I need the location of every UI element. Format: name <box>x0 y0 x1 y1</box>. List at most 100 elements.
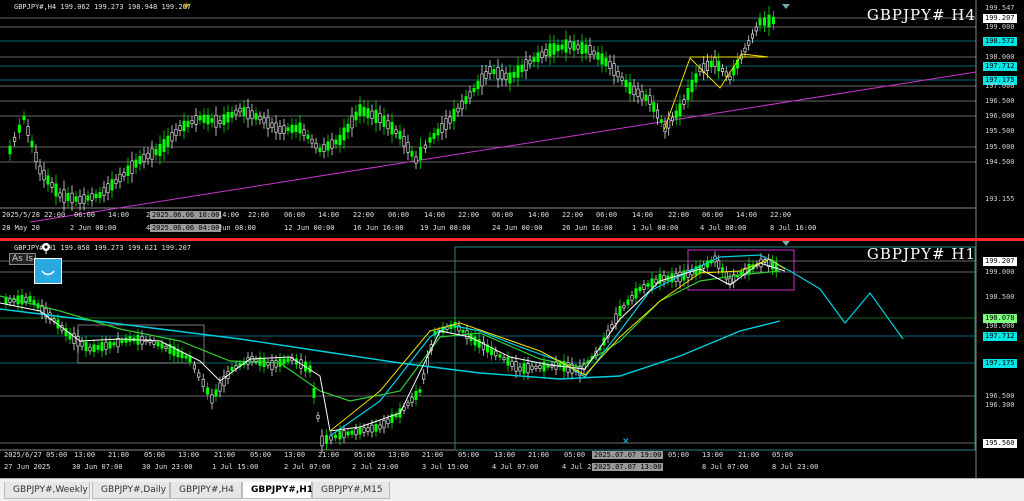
candle-body <box>346 431 350 436</box>
candle-body <box>214 389 218 397</box>
time-axis-label: 12 Jun 00:00 <box>284 224 335 232</box>
time-axis-label: 28 May 20 <box>2 224 40 232</box>
chart-tab[interactable]: GBPJPY#,M15 <box>312 482 390 499</box>
candle-body <box>160 343 164 349</box>
candle-body <box>192 364 196 370</box>
chart-tab[interactable]: GBPJPY#,H4 <box>170 482 242 499</box>
candle-body <box>694 73 698 83</box>
candle-body <box>432 133 436 139</box>
time-axis-label: 21:00 <box>738 451 760 459</box>
candle-body <box>713 57 717 67</box>
candle-body <box>512 71 516 78</box>
candle-body <box>164 345 168 349</box>
price-axis-label: 199.000 <box>985 23 1015 31</box>
candle-body <box>274 360 278 368</box>
time-axis-label: 2025/5/28 22:00 <box>2 211 66 219</box>
candle-body <box>536 52 540 62</box>
candle-body <box>614 313 618 324</box>
candle-body <box>282 125 286 134</box>
candle-body <box>274 122 278 133</box>
candle-body <box>642 284 646 290</box>
candle-body <box>534 365 538 369</box>
chart-tab[interactable]: GBPJPY#,H1 <box>242 482 313 499</box>
candle-body <box>610 324 614 329</box>
chart-tab[interactable]: GBPJPY#,Daily <box>92 482 170 499</box>
candle-body <box>655 109 659 119</box>
candle-body <box>278 126 282 134</box>
candle-body <box>456 107 460 113</box>
candle-body <box>674 110 678 119</box>
candle-body <box>548 43 552 57</box>
candle-body <box>178 125 182 131</box>
candle-body <box>28 295 32 303</box>
time-axis-label: 05:00 <box>458 451 480 459</box>
candle-body <box>670 116 674 122</box>
time-axis-label: 2 Jul 23:00 <box>352 463 399 471</box>
candle-body <box>88 346 92 352</box>
time-axis-label: 26 Jun 16:00 <box>562 224 613 232</box>
candle-body <box>246 107 250 120</box>
candle-body <box>154 148 158 156</box>
candle-body <box>584 44 588 54</box>
candle-body <box>540 51 544 58</box>
candle-body <box>238 107 242 113</box>
pin-icon[interactable] <box>40 242 52 254</box>
candle-body <box>510 360 514 367</box>
candle-body <box>414 156 418 164</box>
candle-body <box>158 143 162 157</box>
candle-body <box>94 193 98 199</box>
as-is-label[interactable]: As Is <box>9 253 37 265</box>
candle-body <box>26 126 30 136</box>
candle-body <box>544 48 548 56</box>
time-axis-label: 06:00 <box>702 211 724 219</box>
candle-body <box>70 192 74 204</box>
time-axis-label: 14:00 <box>424 211 446 219</box>
candle-body <box>709 60 713 68</box>
candle-body <box>448 116 452 124</box>
h4-chart-canvas[interactable]: ✳ <box>0 0 1024 238</box>
candle-body <box>42 169 46 181</box>
candle-body <box>678 103 682 117</box>
candle-body <box>580 42 584 54</box>
candle-body <box>500 70 504 80</box>
price-axis-label: 197.712 <box>983 62 1017 71</box>
candle-body <box>62 189 66 203</box>
candle-body <box>516 65 520 78</box>
candle-body <box>484 71 488 79</box>
time-axis-label: 24 Jun 00:00 <box>492 224 543 232</box>
smile-icon[interactable] <box>34 258 62 284</box>
candle-body <box>218 120 222 124</box>
candle-body <box>20 294 24 305</box>
candle-body <box>476 80 480 90</box>
h1-symbol-label: GBPJPY# H1 <box>866 245 976 263</box>
time-axis-label: 19 Jun 08:00 <box>420 224 471 232</box>
candle-body <box>652 102 656 112</box>
chart-tab[interactable]: GBPJPY#,Weekly <box>4 482 90 499</box>
candle-body <box>354 428 358 436</box>
candle-body <box>747 40 751 46</box>
candle-body <box>472 87 476 93</box>
candle-body <box>440 123 444 133</box>
time-axis-label: 05:00 <box>668 451 690 459</box>
time-axis-label: 05:00 <box>354 451 376 459</box>
h1-chart-canvas[interactable]: ✕ <box>0 241 1024 478</box>
price-axis-label: 198.572 <box>983 37 1017 46</box>
candle-body <box>76 336 80 347</box>
h4-chart-pane[interactable]: ✳ GBPJPY#,H4 199.062 199.273 198.948 199… <box>0 0 1024 238</box>
time-axis-label: 8 Jul 07:00 <box>702 463 749 471</box>
candle-body <box>754 26 758 32</box>
time-axis-label: 06:00 <box>596 211 618 219</box>
time-axis-label: 2025/6/27 05:00 <box>4 451 68 459</box>
h4-symbol-label: GBPJPY# H4 <box>866 6 976 24</box>
candle-body <box>270 360 274 370</box>
time-axis-label: 21:00 <box>214 451 236 459</box>
candle-body <box>342 127 346 141</box>
h1-chart-pane[interactable]: ✕ GBPJPY#,H1 199.058 199.273 199.021 199… <box>0 241 1024 478</box>
candle-body <box>514 361 518 372</box>
candle-body <box>234 109 238 116</box>
candle-body <box>230 366 234 372</box>
price-axis-label: 196.500 <box>985 392 1015 400</box>
candle-body <box>378 424 382 430</box>
price-axis-label: 199.207 <box>983 14 1017 23</box>
candle-body <box>254 113 258 120</box>
